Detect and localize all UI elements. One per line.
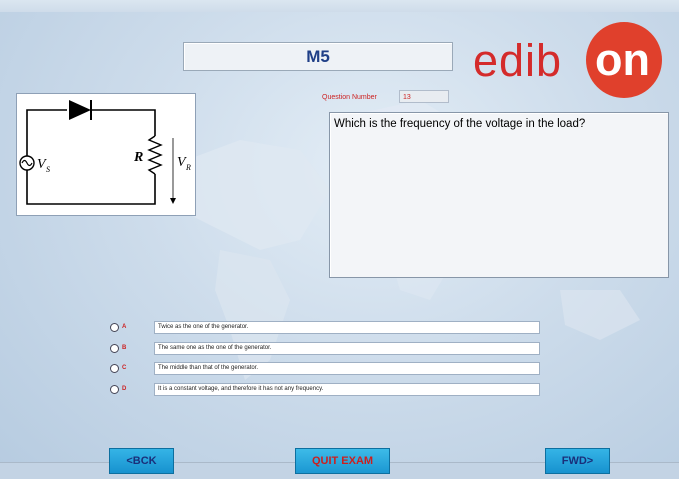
radio-c[interactable]: [110, 364, 119, 373]
logo-wordmark-right: on: [595, 34, 650, 85]
radio-d[interactable]: [110, 385, 119, 394]
option-letter: C: [122, 365, 127, 371]
radio-b[interactable]: [110, 344, 119, 353]
answer-option-d[interactable]: D It is a constant voltage, and therefor…: [110, 383, 542, 399]
source-subscript: S: [46, 165, 50, 174]
option-text: The same one as the one of the generator…: [154, 342, 540, 355]
exam-window: M5 edib on V S R V R Question Number 13 …: [0, 0, 679, 479]
question-panel: Which is the frequency of the voltage in…: [329, 112, 669, 278]
circuit-diagram: V S R V R: [16, 93, 196, 216]
quit-exam-button[interactable]: QUIT EXAM: [295, 448, 390, 474]
logo-wordmark-left: edib: [473, 35, 563, 86]
answer-option-b[interactable]: B The same one as the one of the generat…: [110, 342, 542, 358]
resistor-symbol: [147, 135, 163, 175]
answer-option-c[interactable]: C The middle than that of the generator.: [110, 362, 542, 378]
diode-symbol: [69, 100, 91, 120]
option-letter: B: [122, 345, 127, 351]
circuit-schematic: V S R V R: [19, 100, 191, 205]
question-number-field: 13: [399, 90, 449, 103]
module-title: M5: [306, 46, 330, 66]
option-text: The middle than that of the generator.: [154, 362, 540, 375]
module-title-box: M5: [183, 42, 453, 71]
option-letter: D: [122, 386, 127, 392]
resistor-label: R: [133, 150, 143, 165]
load-subscript: R: [185, 163, 191, 172]
back-button[interactable]: <BCK: [109, 448, 174, 474]
question-text: Which is the frequency of the voltage in…: [334, 118, 586, 130]
radio-a[interactable]: [110, 323, 119, 332]
option-text: It is a constant voltage, and therefore …: [154, 383, 540, 396]
option-letter: A: [122, 324, 127, 330]
question-number-label: Question Number: [322, 94, 377, 101]
option-text: Twice as the one of the generator.: [154, 321, 540, 334]
forward-button[interactable]: FWD>: [545, 448, 610, 474]
edibon-logo: edib on: [468, 22, 673, 104]
answer-option-a[interactable]: A Twice as the one of the generator.: [110, 321, 542, 337]
